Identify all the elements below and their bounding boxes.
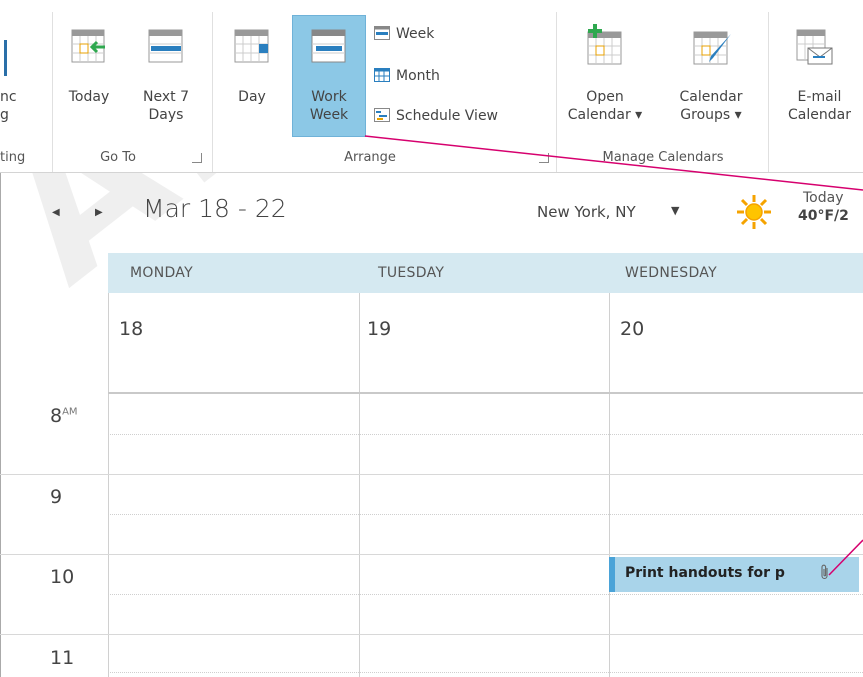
callout-lines [364, 135, 863, 576]
